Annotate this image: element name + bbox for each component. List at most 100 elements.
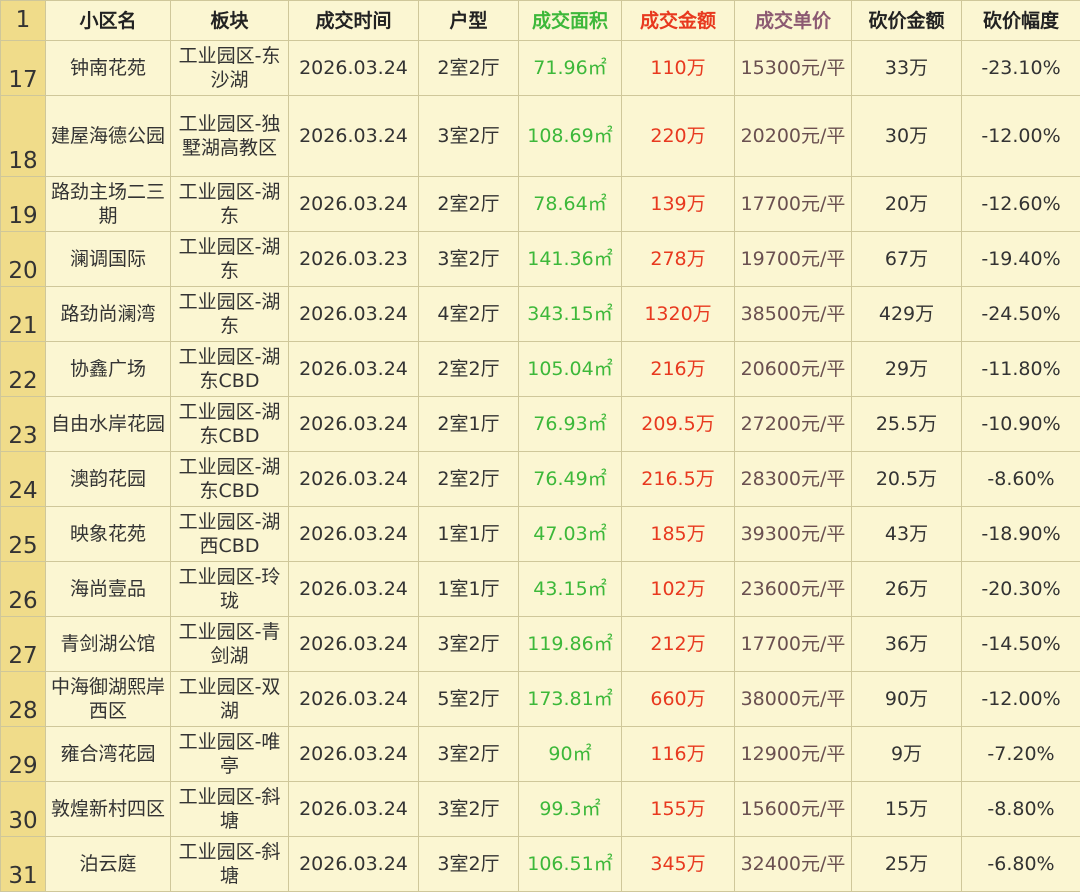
cell-date[interactable]: 2026.03.24 <box>289 397 419 452</box>
cell-cut-rate[interactable]: -7.20% <box>962 727 1080 782</box>
cell-area[interactable]: 106.51㎡ <box>519 837 622 892</box>
cell-date[interactable]: 2026.03.24 <box>289 672 419 727</box>
cell-cut-rate[interactable]: -12.00% <box>962 96 1080 177</box>
cell-layout[interactable]: 3室2厅 <box>419 727 519 782</box>
col-header-cut-rate[interactable]: 砍价幅度 <box>962 1 1080 41</box>
cell-layout[interactable]: 5室2厅 <box>419 672 519 727</box>
cell-amount[interactable]: 110万 <box>622 41 735 96</box>
cell-name[interactable]: 澳韵花园 <box>46 452 171 507</box>
cell-unit-price[interactable]: 23600元/平 <box>735 562 852 617</box>
cell-name[interactable]: 雍合湾花园 <box>46 727 171 782</box>
cell-cut-amount[interactable]: 9万 <box>852 727 962 782</box>
cell-cut-rate[interactable]: -23.10% <box>962 41 1080 96</box>
cell-cut-amount[interactable]: 90万 <box>852 672 962 727</box>
row-number-cell[interactable]: 26 <box>1 562 46 617</box>
cell-cut-rate[interactable]: -20.30% <box>962 562 1080 617</box>
row-number-cell[interactable]: 30 <box>1 782 46 837</box>
cell-unit-price[interactable]: 12900元/平 <box>735 727 852 782</box>
cell-cut-rate[interactable]: -6.80% <box>962 837 1080 892</box>
col-header-area[interactable]: 成交面积 <box>519 1 622 41</box>
cell-unit-price[interactable]: 38000元/平 <box>735 672 852 727</box>
cell-cut-amount[interactable]: 15万 <box>852 782 962 837</box>
cell-cut-rate[interactable]: -10.90% <box>962 397 1080 452</box>
row-number-cell[interactable]: 23 <box>1 397 46 452</box>
row-number-cell[interactable]: 19 <box>1 177 46 232</box>
cell-block[interactable]: 工业园区-玲珑 <box>171 562 289 617</box>
cell-cut-rate[interactable]: -12.00% <box>962 672 1080 727</box>
cell-unit-price[interactable]: 17700元/平 <box>735 177 852 232</box>
cell-amount[interactable]: 345万 <box>622 837 735 892</box>
cell-amount[interactable]: 209.5万 <box>622 397 735 452</box>
cell-layout[interactable]: 2室1厅 <box>419 397 519 452</box>
cell-cut-amount[interactable]: 33万 <box>852 41 962 96</box>
cell-block[interactable]: 工业园区-唯亭 <box>171 727 289 782</box>
col-header-amount[interactable]: 成交金额 <box>622 1 735 41</box>
cell-amount[interactable]: 278万 <box>622 232 735 287</box>
cell-name[interactable]: 敦煌新村四区 <box>46 782 171 837</box>
cell-block[interactable]: 工业园区-青剑湖 <box>171 617 289 672</box>
cell-amount[interactable]: 1320万 <box>622 287 735 342</box>
cell-area[interactable]: 105.04㎡ <box>519 342 622 397</box>
cell-cut-amount[interactable]: 26万 <box>852 562 962 617</box>
cell-cut-amount[interactable]: 25.5万 <box>852 397 962 452</box>
cell-block[interactable]: 工业园区-湖东 <box>171 177 289 232</box>
cell-block[interactable]: 工业园区-东沙湖 <box>171 41 289 96</box>
cell-cut-rate[interactable]: -24.50% <box>962 287 1080 342</box>
cell-unit-price[interactable]: 27200元/平 <box>735 397 852 452</box>
cell-name[interactable]: 自由水岸花园 <box>46 397 171 452</box>
cell-date[interactable]: 2026.03.24 <box>289 177 419 232</box>
cell-date[interactable]: 2026.03.24 <box>289 562 419 617</box>
cell-amount[interactable]: 216.5万 <box>622 452 735 507</box>
cell-name[interactable]: 协鑫广场 <box>46 342 171 397</box>
col-header-cut-amount[interactable]: 砍价金额 <box>852 1 962 41</box>
cell-unit-price[interactable]: 15300元/平 <box>735 41 852 96</box>
cell-area[interactable]: 343.15㎡ <box>519 287 622 342</box>
cell-amount[interactable]: 102万 <box>622 562 735 617</box>
cell-unit-price[interactable]: 20200元/平 <box>735 96 852 177</box>
cell-layout[interactable]: 1室1厅 <box>419 562 519 617</box>
cell-unit-price[interactable]: 39300元/平 <box>735 507 852 562</box>
row-header-cell[interactable]: 1 <box>1 1 46 41</box>
cell-date[interactable]: 2026.03.24 <box>289 452 419 507</box>
cell-block[interactable]: 工业园区-湖东CBD <box>171 397 289 452</box>
cell-layout[interactable]: 1室1厅 <box>419 507 519 562</box>
cell-date[interactable]: 2026.03.24 <box>289 782 419 837</box>
row-number-cell[interactable]: 20 <box>1 232 46 287</box>
cell-date[interactable]: 2026.03.24 <box>289 507 419 562</box>
cell-layout[interactable]: 2室2厅 <box>419 177 519 232</box>
row-number-cell[interactable]: 28 <box>1 672 46 727</box>
cell-amount[interactable]: 220万 <box>622 96 735 177</box>
cell-name[interactable]: 泊云庭 <box>46 837 171 892</box>
cell-area[interactable]: 47.03㎡ <box>519 507 622 562</box>
cell-unit-price[interactable]: 19700元/平 <box>735 232 852 287</box>
cell-name[interactable]: 映象花苑 <box>46 507 171 562</box>
cell-name[interactable]: 青剑湖公馆 <box>46 617 171 672</box>
cell-block[interactable]: 工业园区-湖东CBD <box>171 452 289 507</box>
row-number-cell[interactable]: 25 <box>1 507 46 562</box>
col-header-date[interactable]: 成交时间 <box>289 1 419 41</box>
cell-name[interactable]: 海尚壹品 <box>46 562 171 617</box>
cell-date[interactable]: 2026.03.24 <box>289 96 419 177</box>
cell-area[interactable]: 119.86㎡ <box>519 617 622 672</box>
col-header-layout[interactable]: 户型 <box>419 1 519 41</box>
cell-name[interactable]: 路劲主场二三期 <box>46 177 171 232</box>
cell-cut-amount[interactable]: 429万 <box>852 287 962 342</box>
cell-cut-amount[interactable]: 67万 <box>852 232 962 287</box>
col-header-block[interactable]: 板块 <box>171 1 289 41</box>
cell-name[interactable]: 钟南花苑 <box>46 41 171 96</box>
cell-cut-amount[interactable]: 20.5万 <box>852 452 962 507</box>
cell-area[interactable]: 173.81㎡ <box>519 672 622 727</box>
cell-unit-price[interactable]: 38500元/平 <box>735 287 852 342</box>
cell-cut-rate[interactable]: -18.90% <box>962 507 1080 562</box>
cell-layout[interactable]: 3室2厅 <box>419 617 519 672</box>
cell-layout[interactable]: 4室2厅 <box>419 287 519 342</box>
cell-amount[interactable]: 660万 <box>622 672 735 727</box>
cell-cut-amount[interactable]: 30万 <box>852 96 962 177</box>
cell-unit-price[interactable]: 32400元/平 <box>735 837 852 892</box>
cell-cut-amount[interactable]: 20万 <box>852 177 962 232</box>
cell-layout[interactable]: 3室2厅 <box>419 96 519 177</box>
cell-cut-rate[interactable]: -12.60% <box>962 177 1080 232</box>
cell-name[interactable]: 路劲尚澜湾 <box>46 287 171 342</box>
cell-layout[interactable]: 2室2厅 <box>419 41 519 96</box>
cell-cut-amount[interactable]: 43万 <box>852 507 962 562</box>
